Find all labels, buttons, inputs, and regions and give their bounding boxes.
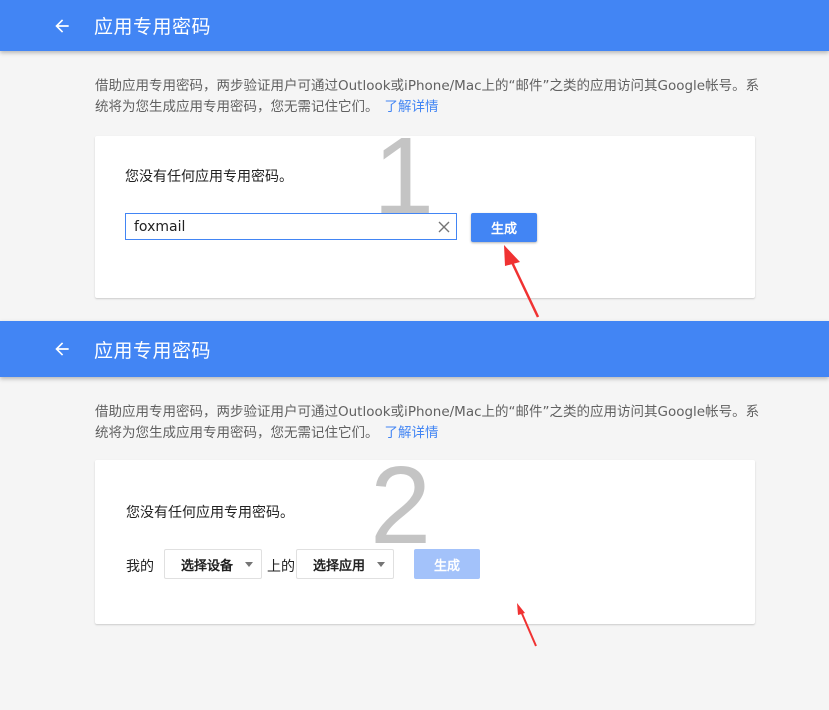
page-title: 应用专用密码 xyxy=(94,16,212,38)
description: 借助应用专用密码，两步验证用户可通过Outlook或iPhone/Mac上的“邮… xyxy=(95,76,765,118)
app-bar: 应用专用密码 xyxy=(0,321,829,377)
app-name-field[interactable] xyxy=(125,213,457,240)
arrow-back-icon[interactable] xyxy=(52,16,72,36)
empty-state-text: 您没有任何应用专用密码。 xyxy=(126,505,294,521)
panel-step-1: 应用专用密码 借助应用专用密码，两步验证用户可通过Outlook或iPhone/… xyxy=(0,0,829,321)
app-select-value: 选择应用 xyxy=(313,558,366,574)
panel-step-2: 应用专用密码 借助应用专用密码，两步验证用户可通过Outlook或iPhone/… xyxy=(0,321,829,710)
learn-more-link[interactable]: 了解详情 xyxy=(385,99,439,115)
dropdown-caret-icon xyxy=(377,562,385,567)
app-password-card: 2 您没有任何应用专用密码。 我的 选择设备 上的 选择应用 生成 xyxy=(95,451,755,624)
generate-button-disabled: 生成 xyxy=(414,549,480,579)
clear-icon[interactable] xyxy=(438,221,450,233)
dropdown-caret-icon xyxy=(245,562,253,567)
device-select[interactable]: 选择设备 xyxy=(164,549,262,579)
app-name-input[interactable] xyxy=(134,217,424,237)
arrow-back-icon[interactable] xyxy=(52,339,72,359)
description: 借助应用专用密码，两步验证用户可通过Outlook或iPhone/Mac上的“邮… xyxy=(95,402,765,444)
app-select[interactable]: 选择应用 xyxy=(296,549,394,579)
app-bar: 应用专用密码 xyxy=(0,0,829,51)
learn-more-link[interactable]: 了解详情 xyxy=(385,425,439,441)
page-title: 应用专用密码 xyxy=(94,339,212,362)
app-password-card: 1 您没有任何应用专用密码。 生成 xyxy=(95,122,755,298)
device-select-value: 选择设备 xyxy=(181,558,234,574)
my-label: 我的 xyxy=(126,559,154,575)
step-number: 2 xyxy=(370,444,432,567)
on-label: 上的 xyxy=(267,559,295,575)
generate-button[interactable]: 生成 xyxy=(471,213,537,242)
empty-state-text: 您没有任何应用专用密码。 xyxy=(125,169,293,185)
